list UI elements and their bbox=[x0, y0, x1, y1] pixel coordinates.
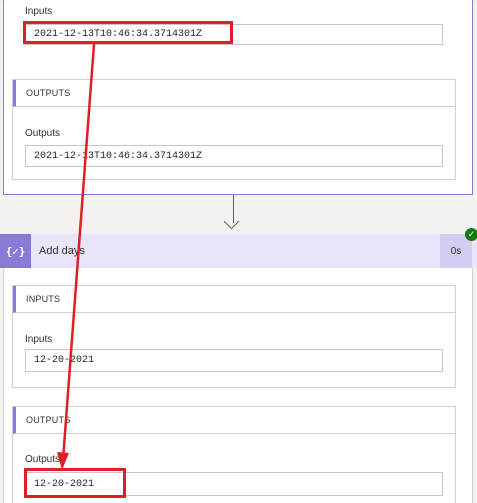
annotation-arrow bbox=[57, 43, 96, 470]
